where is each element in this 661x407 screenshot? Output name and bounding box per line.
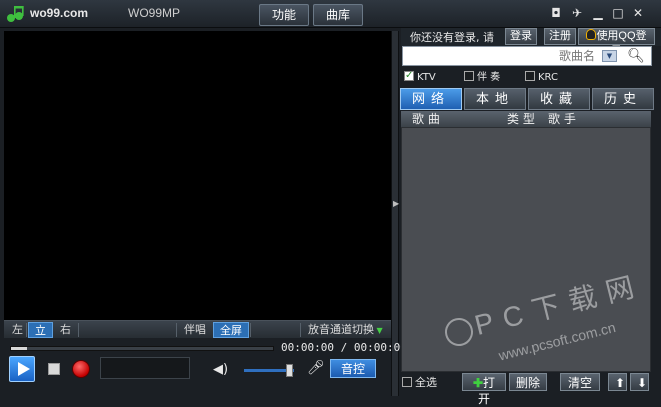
tab-history[interactable]: 历史	[592, 88, 654, 110]
checkbox-icon	[402, 377, 412, 387]
divider	[26, 323, 27, 337]
minimize-icon[interactable]: ▁	[590, 5, 606, 21]
search-input[interactable]	[404, 48, 554, 64]
microphone-icon[interactable]: 🎤︎	[307, 360, 325, 376]
stop-button[interactable]	[48, 363, 60, 375]
video-display[interactable]	[4, 31, 391, 320]
progress-fill	[11, 347, 27, 350]
info-display	[100, 357, 190, 379]
tab-favorites[interactable]: 收藏	[528, 88, 590, 110]
pin-icon[interactable]: ✈	[569, 5, 585, 21]
audio-channel-switch[interactable]: 放音通道切换 ▼	[302, 322, 389, 338]
column-song[interactable]: 歌 曲	[412, 111, 440, 127]
move-up-icon[interactable]: ⬆	[608, 373, 627, 391]
ktv-checkbox[interactable]: KTV	[404, 69, 436, 85]
accompany-button[interactable]: 伴唱	[178, 322, 212, 338]
delete-button[interactable]: 删除	[509, 373, 547, 391]
volume-icon[interactable]: ◀)	[213, 362, 228, 377]
krc-label: KRC	[538, 72, 558, 83]
tab-network[interactable]: 网络	[400, 88, 462, 110]
play-button[interactable]	[9, 356, 35, 382]
maximize-icon[interactable]: □	[610, 5, 626, 21]
brand-name: wo99.com	[30, 6, 89, 20]
song-list-header: 歌 曲 类 型 歌 手	[401, 111, 651, 127]
menu-library-button[interactable]: 曲库	[313, 4, 364, 26]
total-time: 00:00:00	[353, 341, 407, 354]
progress-bar[interactable]	[10, 346, 274, 351]
qq-penguin-icon	[586, 29, 597, 40]
channel-stereo-button[interactable]: 立	[28, 322, 53, 338]
checkbox-icon	[525, 71, 535, 81]
search-icon[interactable]: 🔍︎	[624, 47, 648, 65]
audio-channel-switch-label: 放音通道切换	[308, 323, 374, 336]
record-button[interactable]	[72, 360, 90, 378]
title-bar: wo99.com WO99MP 功能 曲库 ◘ ✈ ▁ □ ✕	[0, 0, 661, 28]
skin-icon[interactable]: ◘	[548, 5, 564, 21]
divider	[300, 323, 301, 337]
music-note-logo-icon	[7, 6, 24, 22]
move-down-icon[interactable]: ⬇	[630, 373, 649, 391]
app-title: WO99MP	[128, 6, 181, 20]
source-tabs: 网络 本地 收藏 历史	[400, 88, 654, 110]
divider	[78, 323, 79, 337]
chevron-down-icon[interactable]: ▼	[602, 50, 617, 62]
select-all-checkbox[interactable]: 全选	[402, 374, 437, 390]
time-display: 00:00:00 / 00:00:00	[281, 341, 407, 354]
collapse-arrow-icon[interactable]: ▶	[393, 199, 399, 208]
register-button[interactable]: 注册	[544, 28, 576, 45]
fullscreen-button[interactable]: 全屏	[213, 322, 249, 338]
qq-login-button[interactable]: 使用QQ登录	[578, 28, 655, 57]
accompaniment-label: 伴 奏	[477, 72, 501, 83]
dropdown-arrow-icon: ▼	[374, 326, 383, 335]
column-singer[interactable]: 歌 手	[548, 111, 576, 127]
ktv-label: KTV	[417, 72, 436, 83]
list-actions-bar: 全选 ✚打开 删除 清空 ⬆ ⬇	[400, 373, 654, 406]
tab-local[interactable]: 本地	[464, 88, 526, 110]
column-type[interactable]: 类 型	[507, 111, 535, 127]
login-button[interactable]: 登录	[505, 28, 537, 45]
channel-right-button[interactable]: 右	[54, 322, 77, 338]
menu-features-button[interactable]: 功能	[259, 4, 310, 26]
divider	[176, 323, 177, 337]
checkbox-checked-icon	[404, 69, 414, 83]
accompaniment-checkbox[interactable]: 伴 奏	[464, 71, 500, 85]
sound-control-button[interactable]: 音控	[330, 359, 376, 378]
clear-button[interactable]: 清空	[560, 373, 600, 391]
krc-checkbox[interactable]: KRC	[525, 71, 558, 85]
volume-slider-thumb[interactable]	[286, 364, 293, 377]
close-icon[interactable]: ✕	[630, 5, 646, 21]
checkbox-icon	[464, 71, 474, 81]
channel-bar: 左 立 右 伴唱 全屏 放音通道切换 ▼	[4, 320, 391, 338]
divider	[250, 323, 251, 337]
plus-icon: ✚	[472, 376, 484, 390]
open-button[interactable]: ✚打开	[462, 373, 506, 406]
time-separator: /	[340, 341, 348, 354]
select-all-label: 全选	[415, 376, 437, 389]
login-prompt: 你还没有登录, 请	[410, 31, 494, 44]
current-time: 00:00:00	[281, 341, 334, 354]
